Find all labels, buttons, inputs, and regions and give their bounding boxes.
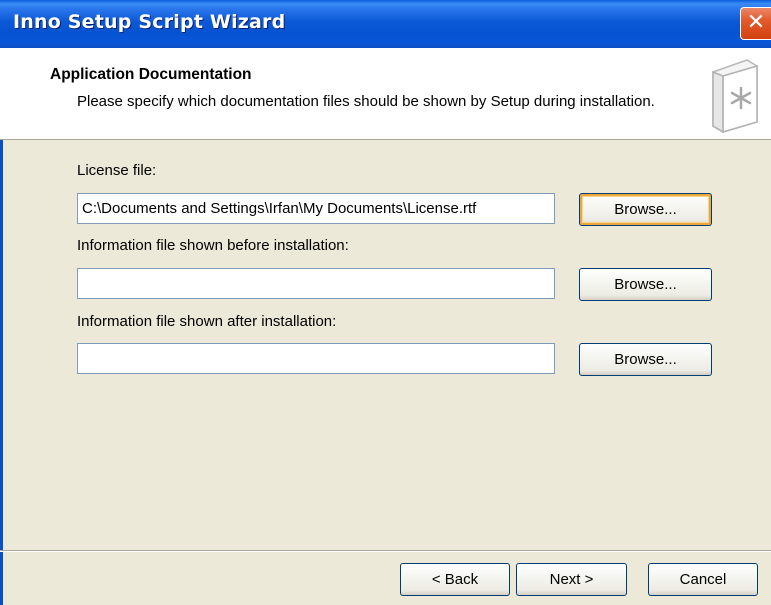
info-before-input[interactable]	[77, 268, 555, 299]
next-button[interactable]: Next >	[516, 563, 627, 596]
wizard-header: Application Documentation Please specify…	[0, 48, 771, 140]
page-title: Application Documentation	[50, 66, 252, 83]
browse-info-before-button[interactable]: Browse...	[579, 268, 712, 301]
footer-separator	[0, 550, 771, 552]
browse-license-button[interactable]: Browse...	[579, 193, 712, 226]
info-after-input[interactable]	[77, 343, 555, 374]
info-before-label: Information file shown before installati…	[77, 237, 349, 254]
close-button[interactable]: ✕	[740, 7, 771, 40]
license-file-label: License file:	[77, 162, 157, 179]
info-after-label: Information file shown after installatio…	[77, 313, 337, 330]
cancel-button[interactable]: Cancel	[648, 563, 758, 596]
back-button[interactable]: < Back	[400, 563, 510, 596]
browse-info-after-button[interactable]: Browse...	[579, 343, 712, 376]
page-description: Please specify which documentation files…	[77, 93, 655, 110]
title-bar[interactable]: Inno Setup Script Wizard ✕	[0, 0, 771, 48]
license-file-input[interactable]	[77, 193, 555, 224]
wizard-window: Inno Setup Script Wizard ✕ Application D…	[0, 0, 771, 605]
close-icon: ✕	[746, 10, 766, 35]
document-icon	[712, 59, 758, 134]
window-title: Inno Setup Script Wizard	[13, 11, 286, 33]
